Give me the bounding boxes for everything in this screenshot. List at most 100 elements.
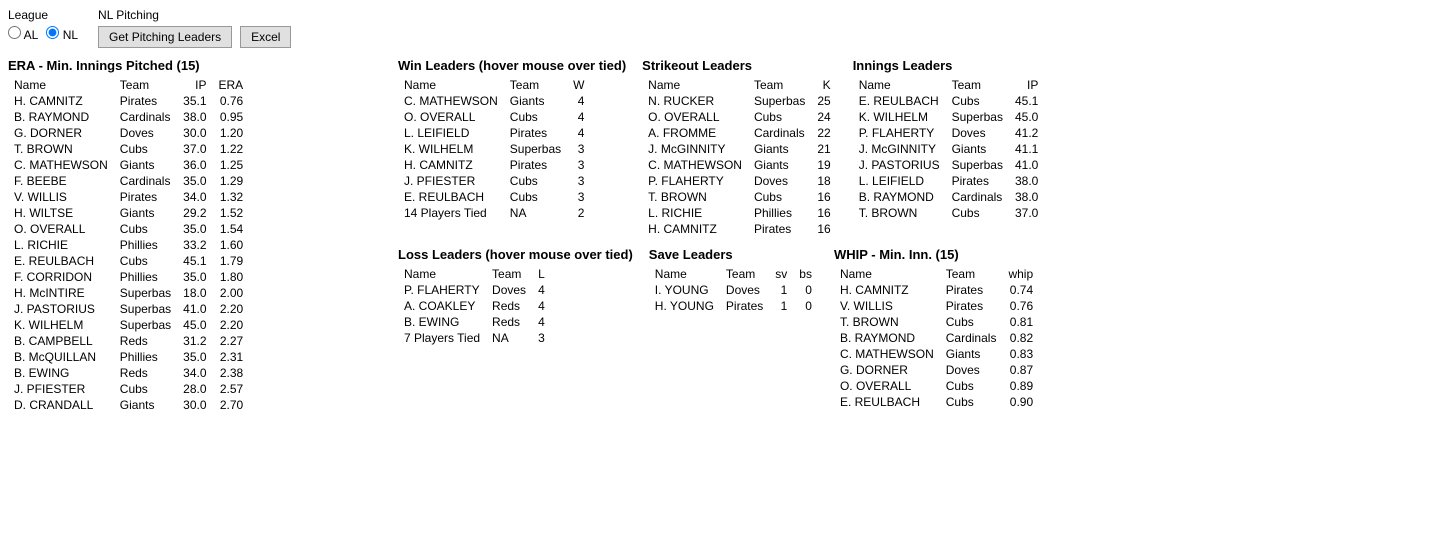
- table-cell: 3: [567, 189, 590, 205]
- table-row: J. PASTORIUSSuperbas41.0: [853, 157, 1045, 173]
- table-cell: Superbas: [114, 317, 177, 333]
- pitching-title: NL Pitching: [98, 8, 291, 22]
- column-header: Name: [834, 266, 940, 282]
- table-cell: NA: [486, 330, 532, 346]
- table-cell: Cubs: [504, 109, 567, 125]
- table-cell: Pirates: [114, 189, 177, 205]
- table-row: J. McGINNITYGiants41.1: [853, 141, 1045, 157]
- strikeout-leaders-table: NameTeamK N. RUCKERSuperbas25O. OVERALLC…: [642, 77, 837, 237]
- column-header: whip: [1002, 266, 1039, 282]
- table-row: C. MATHEWSONGiants19: [642, 157, 837, 173]
- table-cell: L. LEIFIELD: [853, 173, 946, 189]
- table-row: B. CAMPBELLReds31.22.27: [8, 333, 249, 349]
- table-row: B. EWINGReds34.02.38: [8, 365, 249, 381]
- table-cell: 4: [532, 314, 551, 330]
- table-cell: A. COAKLEY: [398, 298, 486, 314]
- table-cell: Giants: [748, 157, 811, 173]
- table-cell: H. WILTSE: [8, 205, 114, 221]
- column-header: Name: [8, 77, 114, 93]
- table-cell: 0: [793, 282, 818, 298]
- table-cell: Cubs: [940, 394, 1003, 410]
- al-radio-label[interactable]: AL: [8, 26, 38, 42]
- table-cell: O. OVERALL: [834, 378, 940, 394]
- table-row: F. CORRIDONPhillies35.01.80: [8, 269, 249, 285]
- table-cell: K. WILHELM: [398, 141, 504, 157]
- table-cell: Superbas: [946, 157, 1009, 173]
- table-row: D. CRANDALLGiants30.02.70: [8, 397, 249, 413]
- table-cell: 45.0: [1009, 109, 1044, 125]
- nl-radio-label[interactable]: NL: [46, 26, 78, 42]
- table-row: C. MATHEWSONGiants0.83: [834, 346, 1039, 362]
- table-cell: C. MATHEWSON: [642, 157, 748, 173]
- table-cell: 35.0: [177, 173, 212, 189]
- table-cell: 45.1: [177, 253, 212, 269]
- table-cell: Giants: [114, 205, 177, 221]
- table-cell: F. BEEBE: [8, 173, 114, 189]
- table-cell: 16: [811, 205, 836, 221]
- table-cell: H. YOUNG: [649, 298, 720, 314]
- table-cell: 38.0: [1009, 189, 1044, 205]
- table-cell: C. MATHEWSON: [398, 93, 504, 109]
- league-label: League: [8, 8, 78, 22]
- table-cell: 1: [769, 298, 793, 314]
- table-cell: 36.0: [177, 157, 212, 173]
- table-cell: C. MATHEWSON: [834, 346, 940, 362]
- table-cell: T. BROWN: [834, 314, 940, 330]
- table-cell: 1: [769, 282, 793, 298]
- column-header: Name: [853, 77, 946, 93]
- table-cell: O. OVERALL: [8, 221, 114, 237]
- table-cell: I. YOUNG: [649, 282, 720, 298]
- table-row: H. CAMNITZPirates0.74: [834, 282, 1039, 298]
- table-cell: H. McINTIRE: [8, 285, 114, 301]
- table-cell: D. CRANDALL: [8, 397, 114, 413]
- table-row: V. WILLISPirates0.76: [834, 298, 1039, 314]
- table-cell: Pirates: [504, 125, 567, 141]
- table-cell: 33.2: [177, 237, 212, 253]
- column-header: IP: [1009, 77, 1044, 93]
- loss-leaders-table: NameTeamL P. FLAHERTYDoves4A. COAKLEYRed…: [398, 266, 551, 346]
- table-row: O. OVERALLCubs35.01.54: [8, 221, 249, 237]
- table-cell: Giants: [748, 141, 811, 157]
- al-option: AL: [24, 28, 39, 42]
- table-cell: B. EWING: [8, 365, 114, 381]
- table-cell: 1.32: [213, 189, 250, 205]
- table-cell: 3: [567, 157, 590, 173]
- table-cell: Superbas: [114, 301, 177, 317]
- table-cell: Pirates: [940, 298, 1003, 314]
- column-header: L: [532, 266, 551, 282]
- table-row: O. OVERALLCubs0.89: [834, 378, 1039, 394]
- excel-button[interactable]: Excel: [240, 26, 291, 48]
- table-cell: 31.2: [177, 333, 212, 349]
- table-cell: Giants: [504, 93, 567, 109]
- table-row: T. BROWNCubs37.0: [853, 205, 1045, 221]
- table-row: O. OVERALLCubs24: [642, 109, 837, 125]
- table-row: 14 Players TiedNA2: [398, 205, 590, 221]
- table-cell: E. REULBACH: [398, 189, 504, 205]
- table-cell: 14 Players Tied: [398, 205, 504, 221]
- table-cell: 34.0: [177, 365, 212, 381]
- column-header: Team: [486, 266, 532, 282]
- table-cell: Phillies: [114, 269, 177, 285]
- table-cell: Cubs: [114, 141, 177, 157]
- table-cell: 29.2: [177, 205, 212, 221]
- table-cell: E. REULBACH: [834, 394, 940, 410]
- table-cell: Giants: [114, 157, 177, 173]
- nl-radio[interactable]: [46, 26, 59, 39]
- table-row: H. McINTIRESuperbas18.02.00: [8, 285, 249, 301]
- table-cell: Doves: [940, 362, 1003, 378]
- table-row: G. DORNERDoves0.87: [834, 362, 1039, 378]
- table-cell: 19: [811, 157, 836, 173]
- table-cell: P. FLAHERTY: [398, 282, 486, 298]
- table-cell: 1.25: [213, 157, 250, 173]
- innings-leaders-title: Innings Leaders: [853, 58, 1045, 73]
- table-cell: Cubs: [504, 189, 567, 205]
- table-cell: 41.0: [1009, 157, 1044, 173]
- table-cell: O. OVERALL: [642, 109, 748, 125]
- table-cell: 35.1: [177, 93, 212, 109]
- table-row: I. YOUNGDoves10: [649, 282, 818, 298]
- table-row: J. McGINNITYGiants21: [642, 141, 837, 157]
- al-radio[interactable]: [8, 26, 21, 39]
- table-cell: Giants: [940, 346, 1003, 362]
- get-pitching-leaders-button[interactable]: Get Pitching Leaders: [98, 26, 232, 48]
- table-cell: Phillies: [114, 237, 177, 253]
